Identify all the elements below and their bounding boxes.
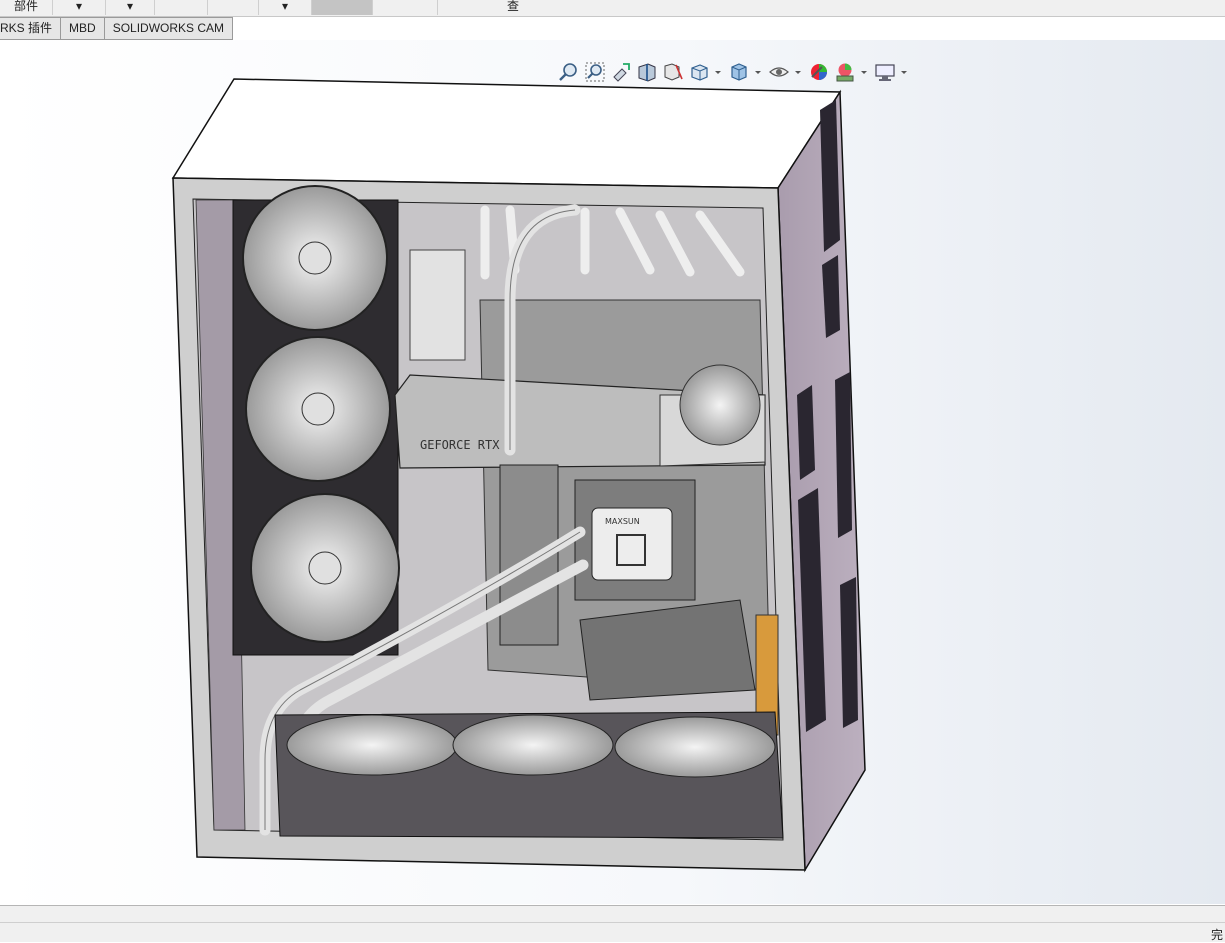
tab-solidworks-cam[interactable]: SOLIDWORKS CAM [104, 17, 234, 40]
command-manager-bar: 部件 ▾ ▾ ▾ 查 [0, 0, 1225, 17]
toolbar-selected-slot[interactable] [312, 0, 373, 15]
pc-case-model[interactable]: GEFORCE RTX MAXSUN [0, 40, 1225, 904]
tab-label: RKS 插件 [0, 21, 53, 35]
bottom-fan-1[interactable] [286, 714, 458, 776]
side-fan-1[interactable] [242, 185, 388, 331]
toolbar-slot-2[interactable] [208, 0, 259, 15]
status-text: 完 [1210, 928, 1223, 942]
cpu-water-block[interactable]: MAXSUN [591, 507, 673, 581]
chevron-down-icon: ▾ [281, 0, 289, 13]
status-bar: 完 [0, 905, 1225, 942]
chevron-down-icon: ▾ [75, 0, 83, 13]
toolbar-dropdown-3[interactable]: ▾ [259, 0, 312, 15]
bottom-fan-2[interactable] [452, 714, 614, 776]
bottom-fan-3[interactable] [614, 716, 776, 778]
case-top-panel[interactable] [171, 78, 842, 189]
atx-connector [409, 249, 466, 361]
chevron-down-icon: ▾ [126, 0, 134, 13]
parts-menu[interactable]: 部件 [0, 0, 53, 15]
parts-menu-label: 部件 [13, 0, 38, 13]
view-menu-label: 查 [506, 0, 519, 13]
tab-label: SOLIDWORKS CAM [112, 21, 225, 35]
graphics-area[interactable]: GEFORCE RTX MAXSUN [0, 40, 1225, 904]
view-menu[interactable]: 查 [438, 0, 588, 15]
toolbar-dropdown-1[interactable]: ▾ [53, 0, 106, 15]
tab-addins[interactable]: RKS 插件 [0, 17, 62, 40]
toolbar-dropdown-2[interactable]: ▾ [106, 0, 155, 15]
toolbar-slot-1[interactable] [155, 0, 208, 15]
side-fan-3[interactable] [250, 493, 400, 643]
side-fan-2[interactable] [245, 336, 391, 482]
toolbar-slot-3[interactable] [373, 0, 438, 15]
tab-label: MBD [69, 21, 96, 35]
tab-mbd[interactable]: MBD [61, 17, 105, 40]
command-manager-tabs: RKS 插件 MBD SOLIDWORKS CAM [0, 17, 234, 40]
cpu-block-label: MAXSUN [605, 517, 640, 526]
gpu-brand-label: GEFORCE RTX [420, 438, 500, 452]
